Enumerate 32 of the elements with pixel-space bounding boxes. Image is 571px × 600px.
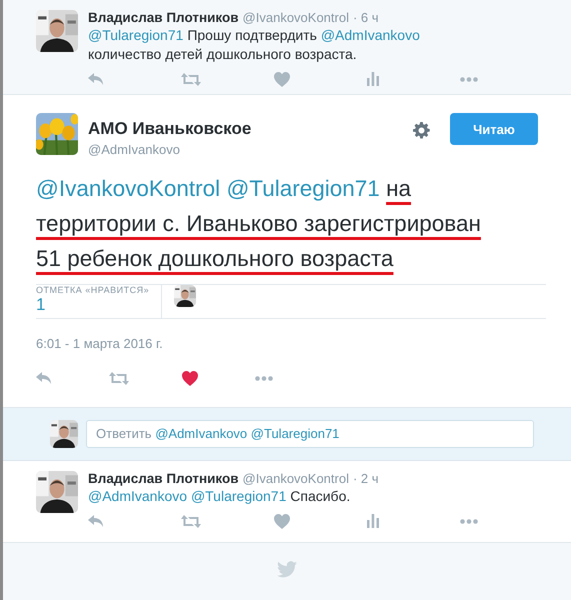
more-icon[interactable] [460, 76, 478, 82]
timestamp[interactable]: · 2 ч [352, 471, 379, 486]
reply-icon[interactable] [88, 514, 104, 528]
bar-chart-icon[interactable] [367, 72, 379, 86]
author-name[interactable]: АМО Иваньковское [88, 119, 252, 139]
heart-icon[interactable] [274, 72, 290, 86]
bird-icon [277, 561, 297, 578]
author-handle[interactable]: @AdmIvankovo [88, 142, 252, 157]
bar-chart-icon[interactable] [367, 514, 379, 528]
likes-count[interactable]: 1 [36, 295, 150, 315]
likes-label: ОТМЕТКА «НРАВИТСЯ» [36, 285, 150, 295]
reply-icon[interactable] [88, 72, 104, 86]
author-handle[interactable]: @IvankovoKontrol [242, 471, 349, 486]
tweet-text: @AdmIvankovo @Tularegion71 Спасибо. [88, 487, 352, 506]
more-icon[interactable] [460, 518, 478, 524]
follow-button[interactable]: Читаю [450, 113, 538, 145]
settings-icon[interactable] [413, 122, 430, 139]
author-name[interactable]: Владислав Плотников [88, 471, 239, 486]
more-icon[interactable] [255, 376, 273, 380]
tweet-text: @IvankovoKontrol @Tularegion71 на территории с. Иваньково зарегистрирован 51 ребенок дошкольного возраста [36, 175, 482, 273]
timestamp[interactable]: · 6 ч [352, 10, 379, 25]
retweet-icon[interactable] [181, 514, 201, 528]
tweet-date[interactable]: 6:01 - 1 марта 2016 г. [36, 336, 538, 351]
tweet-text: @Tularegion71 Прошу подтвердить @AdmIvankovo количество детей дошкольного возраста. [88, 26, 421, 64]
retweet-icon[interactable] [109, 372, 129, 384]
reply-field[interactable]: Ответить @AdmIvankovo @Tularegion71 [86, 420, 534, 448]
author-name[interactable]: Владислав Плотников [88, 10, 239, 25]
reply-icon[interactable] [36, 372, 52, 384]
heart-icon[interactable] [182, 370, 198, 386]
retweet-icon[interactable] [181, 72, 201, 86]
author-handle[interactable]: @IvankovoKontrol [242, 10, 349, 25]
heart-icon[interactable] [274, 514, 290, 528]
